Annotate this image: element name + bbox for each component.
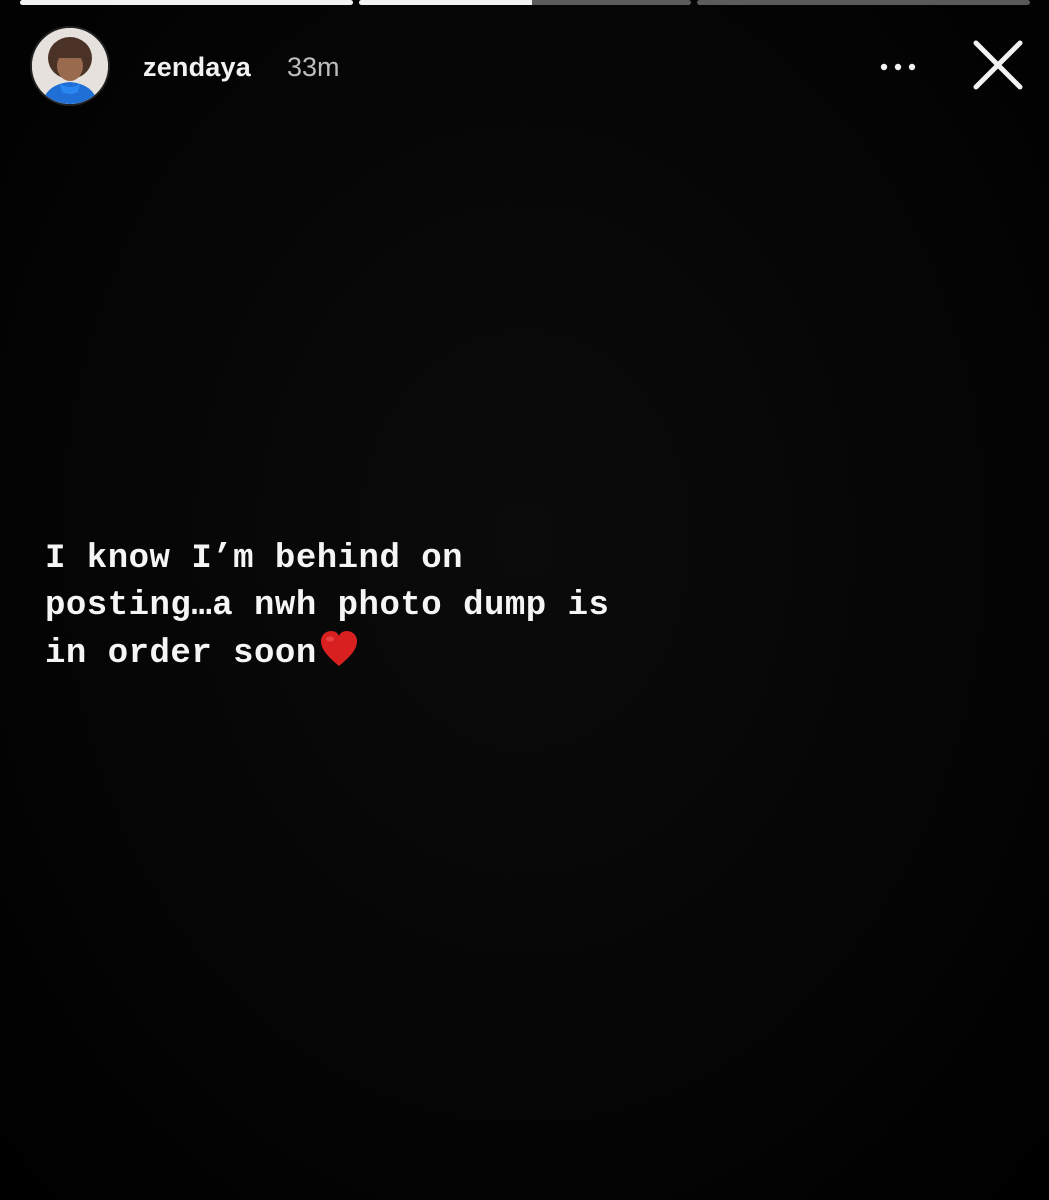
close-icon [973, 40, 1023, 90]
story-text-line-3-text: in order soon [45, 635, 317, 673]
post-time: 33m [287, 52, 340, 82]
progress-segment-3 [697, 0, 1031, 5]
close-button[interactable] [968, 35, 1028, 95]
username[interactable]: zendaya [143, 52, 251, 83]
story-text-line-3: in order soon [45, 630, 765, 684]
story-text-line-2: posting…a nwh photo dump is [45, 587, 610, 625]
heart-icon [319, 630, 359, 684]
story-text-overlay: I know I’m behind on posting…a nwh photo… [45, 536, 765, 684]
more-options-button[interactable] [870, 49, 926, 85]
progress-fill-1 [20, 0, 353, 5]
story-progress-bar [20, 0, 1031, 6]
avatar[interactable] [30, 26, 110, 106]
progress-fill-2 [358, 0, 532, 5]
story-text-line-1: I know I’m behind on [45, 540, 464, 578]
story-viewer[interactable]: zendaya 33m I know I’m behind on posting… [0, 0, 1049, 1200]
avatar-image [32, 28, 108, 104]
story-header: zendaya 33m [30, 25, 1030, 109]
progress-segment-2 [358, 0, 692, 5]
more-horizontal-icon [880, 63, 916, 71]
progress-segment-1 [20, 0, 353, 5]
